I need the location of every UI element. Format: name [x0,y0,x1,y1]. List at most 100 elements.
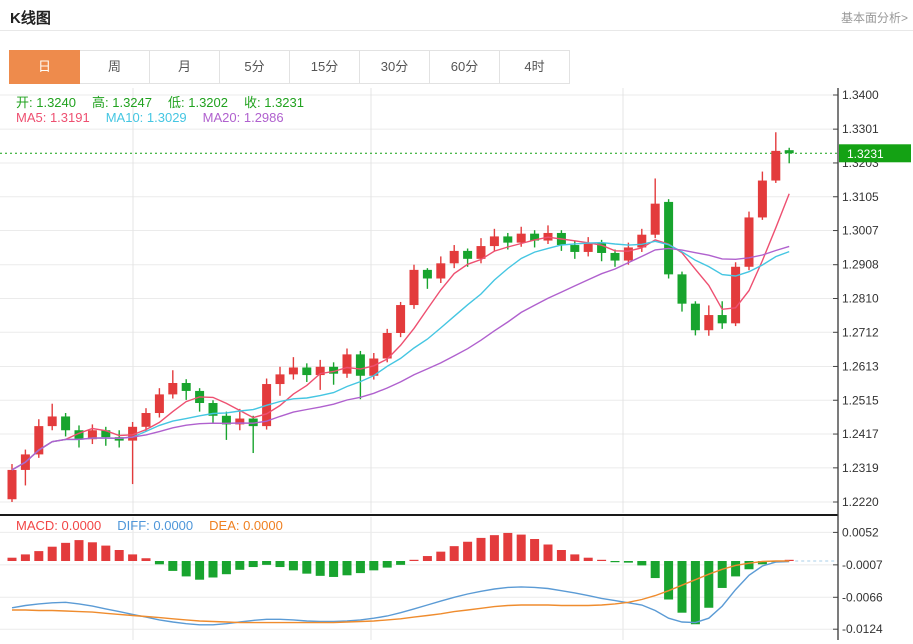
candle-body-34 [463,251,472,259]
macd-bar-44 [597,560,606,561]
candle-body-45 [611,253,620,261]
macd-bar-47 [637,561,646,565]
macd-bar-35 [477,538,486,561]
macd-bar-14 [195,561,204,580]
candle-body-4 [61,416,70,430]
macd-bar-45 [611,561,620,562]
kline-page: K线图 基本面分析> 日周月5分15分30分60分4时 1.34001.3301… [0,0,913,644]
candle-body-53 [718,315,727,323]
candle-body-37 [503,236,512,242]
last-price-tag-label: 1.3231 [847,147,884,161]
macd-bar-10 [142,558,151,561]
macd-bar-38 [517,535,526,561]
candle-body-11 [155,394,164,413]
candle-body-22 [302,367,311,375]
main-tick-label-12: 1.2220 [842,495,879,509]
macd-tick-label-1: -0.0007 [842,558,883,572]
macd-tick-label-2: -0.0066 [842,590,883,604]
macd-bar-29 [396,561,405,565]
tab-period-0[interactable]: 日 [9,50,80,84]
macd-bar-54 [731,561,740,576]
candle-body-13 [182,383,191,391]
macd-bar-51 [691,561,700,624]
macd-bar-3 [48,547,57,561]
macd-bar-25 [343,561,352,575]
candle-body-10 [142,413,151,427]
main-tick-label-11: 1.2319 [842,461,879,475]
macd-bar-9 [128,554,137,561]
candle-body-32 [436,263,445,278]
macd-bar-33 [450,546,459,561]
macd-bar-40 [544,545,553,562]
candle-body-20 [276,374,285,384]
macd-bar-0 [8,558,17,561]
macd-bar-53 [718,561,727,588]
main-tick-label-8: 1.2613 [842,359,879,373]
macd-bar-32 [436,552,445,561]
candle-body-31 [423,270,432,279]
main-tick-label-3: 1.3105 [842,190,879,204]
candle-body-48 [651,204,660,235]
macd-bar-30 [410,560,419,561]
macd-bar-20 [276,561,285,567]
macd-bar-31 [423,556,432,561]
main-tick-label-0: 1.3400 [842,88,879,102]
macd-tick-label-0: 0.0052 [842,525,879,539]
candle-body-30 [410,270,419,305]
candle-body-51 [691,304,700,331]
candle-body-3 [48,416,57,426]
candle-body-57 [771,151,780,181]
macd-bar-46 [624,561,633,563]
candle-body-33 [450,251,459,263]
candle-body-42 [570,245,579,252]
candle-body-38 [517,234,526,243]
candle-body-0 [8,470,17,499]
candle-body-43 [584,243,593,252]
main-tick-label-1: 1.3301 [842,122,879,136]
macd-bar-19 [262,561,271,565]
macd-bar-21 [289,561,298,570]
main-tick-label-5: 1.2908 [842,258,879,272]
main-tick-label-7: 1.2712 [842,325,879,339]
macd-bar-36 [490,535,499,561]
candle-body-21 [289,367,298,374]
candle-body-12 [168,383,177,394]
macd-bar-28 [383,561,392,568]
candle-body-29 [396,305,405,333]
macd-bar-1 [21,554,30,561]
macd-bar-39 [530,539,539,561]
macd-bar-43 [584,558,593,561]
macd-bar-48 [651,561,660,578]
macd-bar-24 [329,561,338,577]
macd-bar-8 [115,550,124,561]
macd-bar-22 [302,561,311,574]
candle-body-49 [664,202,673,274]
macd-bar-34 [463,542,472,561]
candle-body-25 [343,354,352,373]
kline-chart-canvas[interactable]: 1.34001.33011.32031.31051.30071.29081.28… [0,0,913,644]
macd-bar-27 [369,561,378,570]
candle-body-52 [704,315,713,330]
macd-bar-11 [155,561,164,564]
macd-bar-17 [235,561,244,570]
macd-bar-42 [570,554,579,561]
candle-body-28 [383,333,392,359]
main-tick-label-9: 1.2515 [842,393,879,407]
macd-bar-12 [168,561,177,571]
macd-bar-37 [503,533,512,561]
macd-bar-4 [61,543,70,561]
macd-bar-15 [209,561,218,578]
macd-bar-49 [664,561,673,600]
candle-body-46 [624,247,633,260]
candle-body-58 [785,150,794,153]
macd-bar-16 [222,561,231,574]
macd-bar-18 [249,561,258,567]
macd-bar-7 [101,546,110,561]
candle-body-50 [678,274,687,303]
macd-bar-52 [704,561,713,608]
macd-bar-2 [34,551,43,561]
main-tick-label-6: 1.2810 [842,292,879,306]
macd-bar-41 [557,550,566,561]
macd-bar-13 [182,561,191,576]
candle-body-56 [758,181,767,218]
